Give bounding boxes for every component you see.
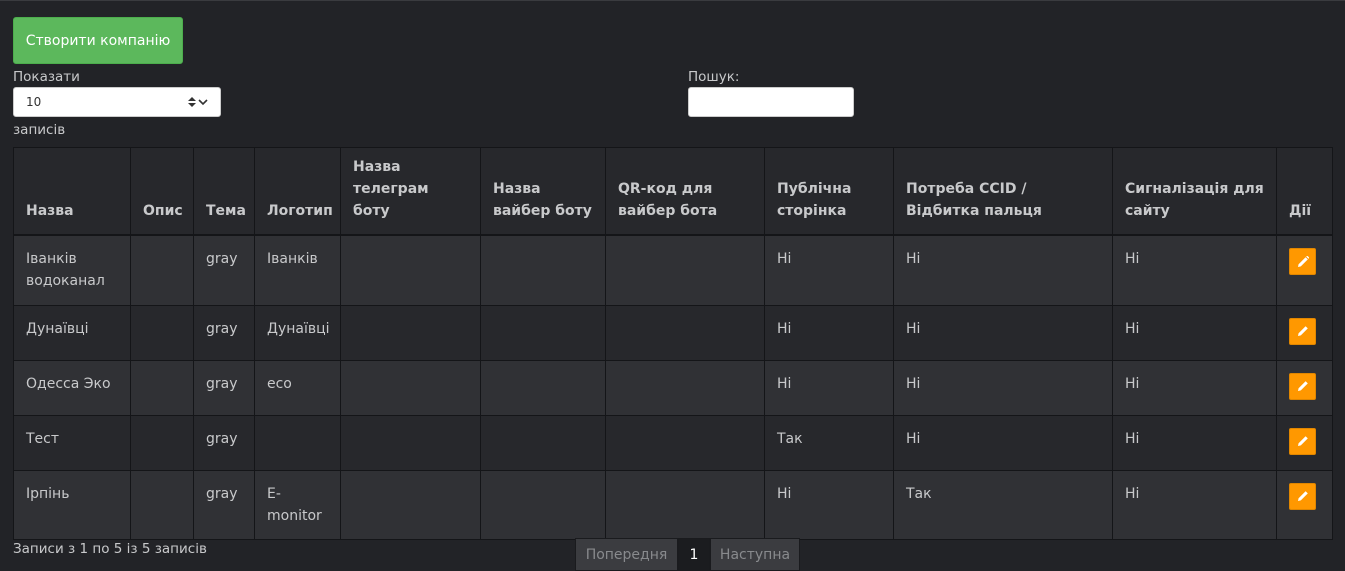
pencil-icon [1297,326,1308,336]
cell-public-page: Ні [764,304,894,361]
table-info-text: Записи з 1 по 5 із 5 записів [13,541,207,557]
cell-ccid-fingerprint: Так [893,469,1113,540]
cell-viber-qr [605,304,765,361]
edit-button[interactable] [1289,482,1316,510]
pencil-icon [1297,381,1308,391]
cell-telegram-bot [340,234,481,306]
cell-actions [1276,469,1333,540]
edit-button[interactable] [1289,317,1316,345]
cell-site-alarm: Ні [1112,304,1277,361]
pagination-previous-button[interactable]: Попередня [575,538,678,571]
cell-site-alarm: Ні [1112,234,1277,306]
cell-logo: eco [254,359,341,416]
cell-description [130,469,194,540]
cell-actions [1276,234,1333,306]
cell-logo: E-monitor [254,469,341,540]
cell-theme: gray [193,304,255,361]
cell-site-alarm: Ні [1112,469,1277,540]
column-header-telegram-bot[interactable]: Назва телеграм боту [340,147,481,236]
column-header-actions: Дії [1276,147,1333,236]
pagination: Попередня 1 Наступна [575,538,800,571]
cell-description [130,234,194,306]
column-header-name[interactable]: Назва [13,147,131,236]
cell-logo [254,414,341,471]
cell-name: Тест [13,414,131,471]
cell-telegram-bot [340,304,481,361]
cell-site-alarm: Ні [1112,359,1277,416]
table-row: Іванків водоканал gray Іванків Ні Ні Ні [13,234,1333,306]
cell-viber-bot [480,234,606,306]
cell-viber-qr [605,234,765,306]
cell-logo: Дунаївці [254,304,341,361]
pencil-icon [1297,436,1308,446]
cell-public-page: Ні [764,234,894,306]
entries-label: записів [13,122,66,138]
cell-logo: Іванків [254,234,341,306]
column-header-public-page[interactable]: Публічна сторінка [764,147,894,236]
table-row: Дунаївці gray Дунаївці Ні Ні Ні [13,304,1333,361]
column-header-viber-qr[interactable]: QR-код для вайбер бота [605,147,765,236]
top-divider [0,0,1345,1]
cell-viber-bot [480,359,606,416]
cell-telegram-bot [340,359,481,416]
cell-public-page: Ні [764,469,894,540]
cell-telegram-bot [340,414,481,471]
cell-theme: gray [193,359,255,416]
cell-site-alarm: Ні [1112,414,1277,471]
cell-name: Дунаївці [13,304,131,361]
search-label: Пошук: [688,69,740,85]
cell-name: Ірпінь [13,469,131,540]
cell-theme: gray [193,414,255,471]
entries-select-value: 10 [26,95,42,109]
cell-description [130,414,194,471]
cell-description [130,304,194,361]
pencil-icon [1297,255,1309,267]
table-header-row: Назва Опис Тема Логотип Назва телеграм б… [13,147,1333,236]
select-arrows-icon [188,97,208,107]
cell-public-page: Так [764,414,894,471]
cell-public-page: Ні [764,359,894,416]
table-row: Ірпінь gray E-monitor Ні Так Ні [13,469,1333,540]
cell-viber-qr [605,469,765,540]
entries-per-page-select[interactable]: 10 [13,87,221,117]
edit-button[interactable] [1289,372,1316,400]
search-input[interactable] [688,87,854,117]
table-row: Одесса Эко gray eco Ні Ні Ні [13,359,1333,416]
cell-name: Одесса Эко [13,359,131,416]
cell-actions [1276,359,1333,416]
cell-actions [1276,304,1333,361]
cell-viber-qr [605,414,765,471]
cell-viber-bot [480,304,606,361]
cell-ccid-fingerprint: Ні [893,414,1113,471]
cell-name: Іванків водоканал [13,234,131,306]
create-company-button[interactable]: Створити компанію [13,17,183,64]
pagination-next-button[interactable]: Наступна [710,538,800,571]
column-header-description[interactable]: Опис [130,147,194,236]
cell-viber-qr [605,359,765,416]
edit-button[interactable] [1289,427,1316,455]
column-header-viber-bot[interactable]: Назва вайбер боту [480,147,606,236]
cell-theme: gray [193,234,255,306]
cell-telegram-bot [340,469,481,540]
cell-actions [1276,414,1333,471]
column-header-site-alarm[interactable]: Сигналізація для сайту [1112,147,1277,236]
pencil-icon [1297,491,1308,501]
edit-button[interactable] [1289,248,1316,275]
cell-ccid-fingerprint: Ні [893,234,1113,306]
cell-viber-bot [480,414,606,471]
cell-viber-bot [480,469,606,540]
companies-table: Назва Опис Тема Логотип Назва телеграм б… [13,147,1333,540]
cell-description [130,359,194,416]
table-row: Тест gray Так Ні Ні [13,414,1333,471]
cell-ccid-fingerprint: Ні [893,304,1113,361]
pagination-page-1[interactable]: 1 [678,538,710,571]
cell-theme: gray [193,469,255,540]
column-header-logo[interactable]: Логотип [254,147,341,236]
column-header-ccid-fingerprint[interactable]: Потреба CCID / Відбитка пальця [893,147,1113,236]
cell-ccid-fingerprint: Ні [893,359,1113,416]
show-entries-label: Показати [13,69,80,85]
column-header-theme[interactable]: Тема [193,147,255,236]
